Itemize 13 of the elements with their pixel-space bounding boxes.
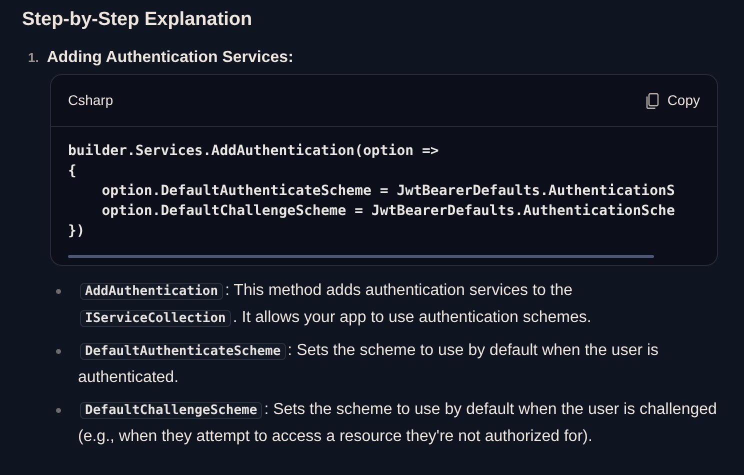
bullet-text: AddAuthentication : This method adds authentication services to the IServiceCollection . It allows your app to use authentication schemes. xyxy=(78,278,718,332)
code-language: Csharp xyxy=(68,91,114,110)
list-number: 1. xyxy=(28,49,39,67)
code-text: builder.Services.AddAuthentication(option => { option.DefaultAuthenticateScheme = JwtBearerDefaults.AuthenticationS option.DefaultChallengeScheme = JwtBearerDefaults.AuthenticationSche }) xyxy=(68,142,676,241)
bullet-text: DefaultAuthenticateScheme : Sets the scheme to use by default when the user is authenticated. xyxy=(78,341,660,388)
bullet-icon xyxy=(56,408,61,413)
bullet-icon xyxy=(56,289,61,294)
section-heading: Step-by-Step Explanation xyxy=(22,8,254,32)
bullet-icon xyxy=(56,349,61,354)
bullet-text: DefaultChallengeScheme : Sets the scheme to use by default when the user is challenged (e.g., when they attempt to access a resource they're not authorized for). xyxy=(78,400,718,447)
step-title: Adding Authentication Services: xyxy=(46,48,294,68)
copy-icon xyxy=(646,92,660,108)
copy-button[interactable]: Copy xyxy=(646,90,700,111)
